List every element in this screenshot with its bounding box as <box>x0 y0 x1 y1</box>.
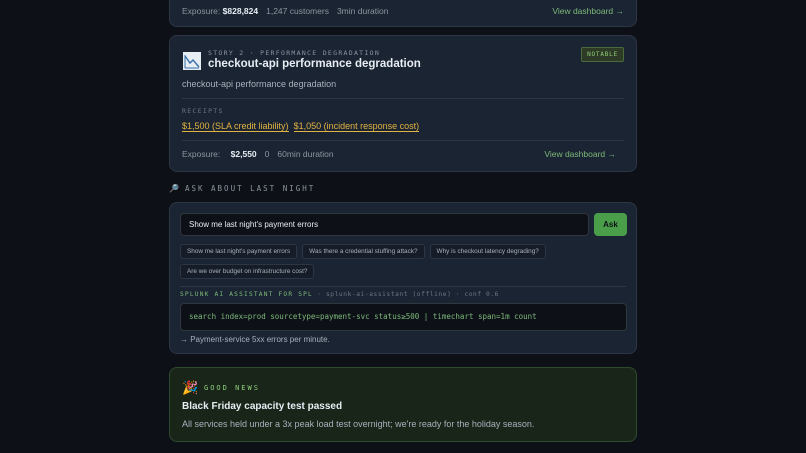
good-news-description: All services held under a 3x peak load t… <box>182 419 535 429</box>
duration-text: 3min duration <box>336 6 389 16</box>
duration-text: 60min duration <box>277 149 334 159</box>
exposure-text: Exposure: $828,824 <box>182 6 258 16</box>
good-news-card: 🎉 GOOD NEWS Black Friday capacity test p… <box>169 367 637 442</box>
exposure-label: Exposure: <box>182 149 221 159</box>
view-dashboard-link[interactable]: View dashboard → <box>552 6 624 16</box>
previous-story-footer: Exposure: $828,824 1,247 customers 3min … <box>182 6 624 16</box>
exposure-label: Exposure: <box>182 6 221 16</box>
ask-card: Show me last night's payment errors Ask … <box>169 202 637 354</box>
spl-source-label: SPLUNK AI ASSISTANT FOR SPL · splunk-ai-… <box>180 291 499 298</box>
suggestion-chip[interactable]: Why is checkout latency degrading? <box>429 244 546 259</box>
ask-input[interactable]: Show me last night's payment errors <box>180 213 589 236</box>
notable-badge: NOTABLE <box>581 47 624 62</box>
exposure-text: Exposure: $2,550 <box>182 149 257 159</box>
story-title: checkout-api performance degradation <box>208 58 421 70</box>
receipt-link[interactable]: $1,500 (SLA credit liability) <box>182 121 289 132</box>
story-footer: Exposure: $2,550 0 60min duration View d… <box>182 149 624 159</box>
divider <box>182 98 624 99</box>
ask-heading-text: ASK ABOUT LAST NIGHT <box>184 184 316 193</box>
spl-query-block[interactable]: search index=prod sourcetype=payment-svc… <box>180 303 627 331</box>
receipt-link[interactable]: $1,050 (incident response cost) <box>293 121 420 132</box>
suggestion-chip[interactable]: Was there a credential stuffing attack? <box>302 244 425 259</box>
exposure-value: $828,824 <box>222 6 259 16</box>
previous-story-card: Exposure: $828,824 1,247 customers 3min … <box>169 0 637 27</box>
story-description: checkout-api performance degradation <box>182 79 337 89</box>
spl-explanation: → Payment-service 5xx errors per minute. <box>180 335 330 344</box>
customers-count: 0 <box>264 149 270 159</box>
exposure-value: $2,550 <box>230 149 257 159</box>
customers-count: 1,247 customers <box>266 6 329 16</box>
suggestion-chip[interactable]: Are we over budget on infrastructure cos… <box>180 264 315 279</box>
divider <box>182 140 624 141</box>
story-eyebrow: STORY 2 · PERFORMANCE DEGRADATION <box>208 49 381 57</box>
suggestion-chips: Show me last night's payment errors Was … <box>180 244 630 279</box>
story-card: STORY 2 · PERFORMANCE DEGRADATION checko… <box>169 35 637 172</box>
good-news-eyebrow: GOOD NEWS <box>204 384 260 392</box>
magnifier-icon: 🔎 <box>169 184 181 193</box>
good-news-title: Black Friday capacity test passed <box>182 401 343 412</box>
suggestion-chip[interactable]: Show me last night's payment errors <box>180 244 298 259</box>
chart-image-icon <box>183 52 201 70</box>
ask-button[interactable]: Ask <box>594 213 627 236</box>
spl-meta: · splunk-ai-assistant (offline) · conf 0… <box>312 291 499 298</box>
view-dashboard-link[interactable]: View dashboard → <box>544 149 616 159</box>
ask-section-heading: 🔎 ASK ABOUT LAST NIGHT <box>169 184 315 193</box>
party-popper-icon: 🎉 <box>182 380 199 395</box>
receipts-label: RECEIPTS <box>182 107 224 115</box>
spl-assistant-label: SPLUNK AI ASSISTANT FOR SPL <box>180 291 313 298</box>
receipts-list: $1,500 (SLA credit liability) $1,050 (in… <box>182 121 420 132</box>
divider <box>180 286 626 287</box>
